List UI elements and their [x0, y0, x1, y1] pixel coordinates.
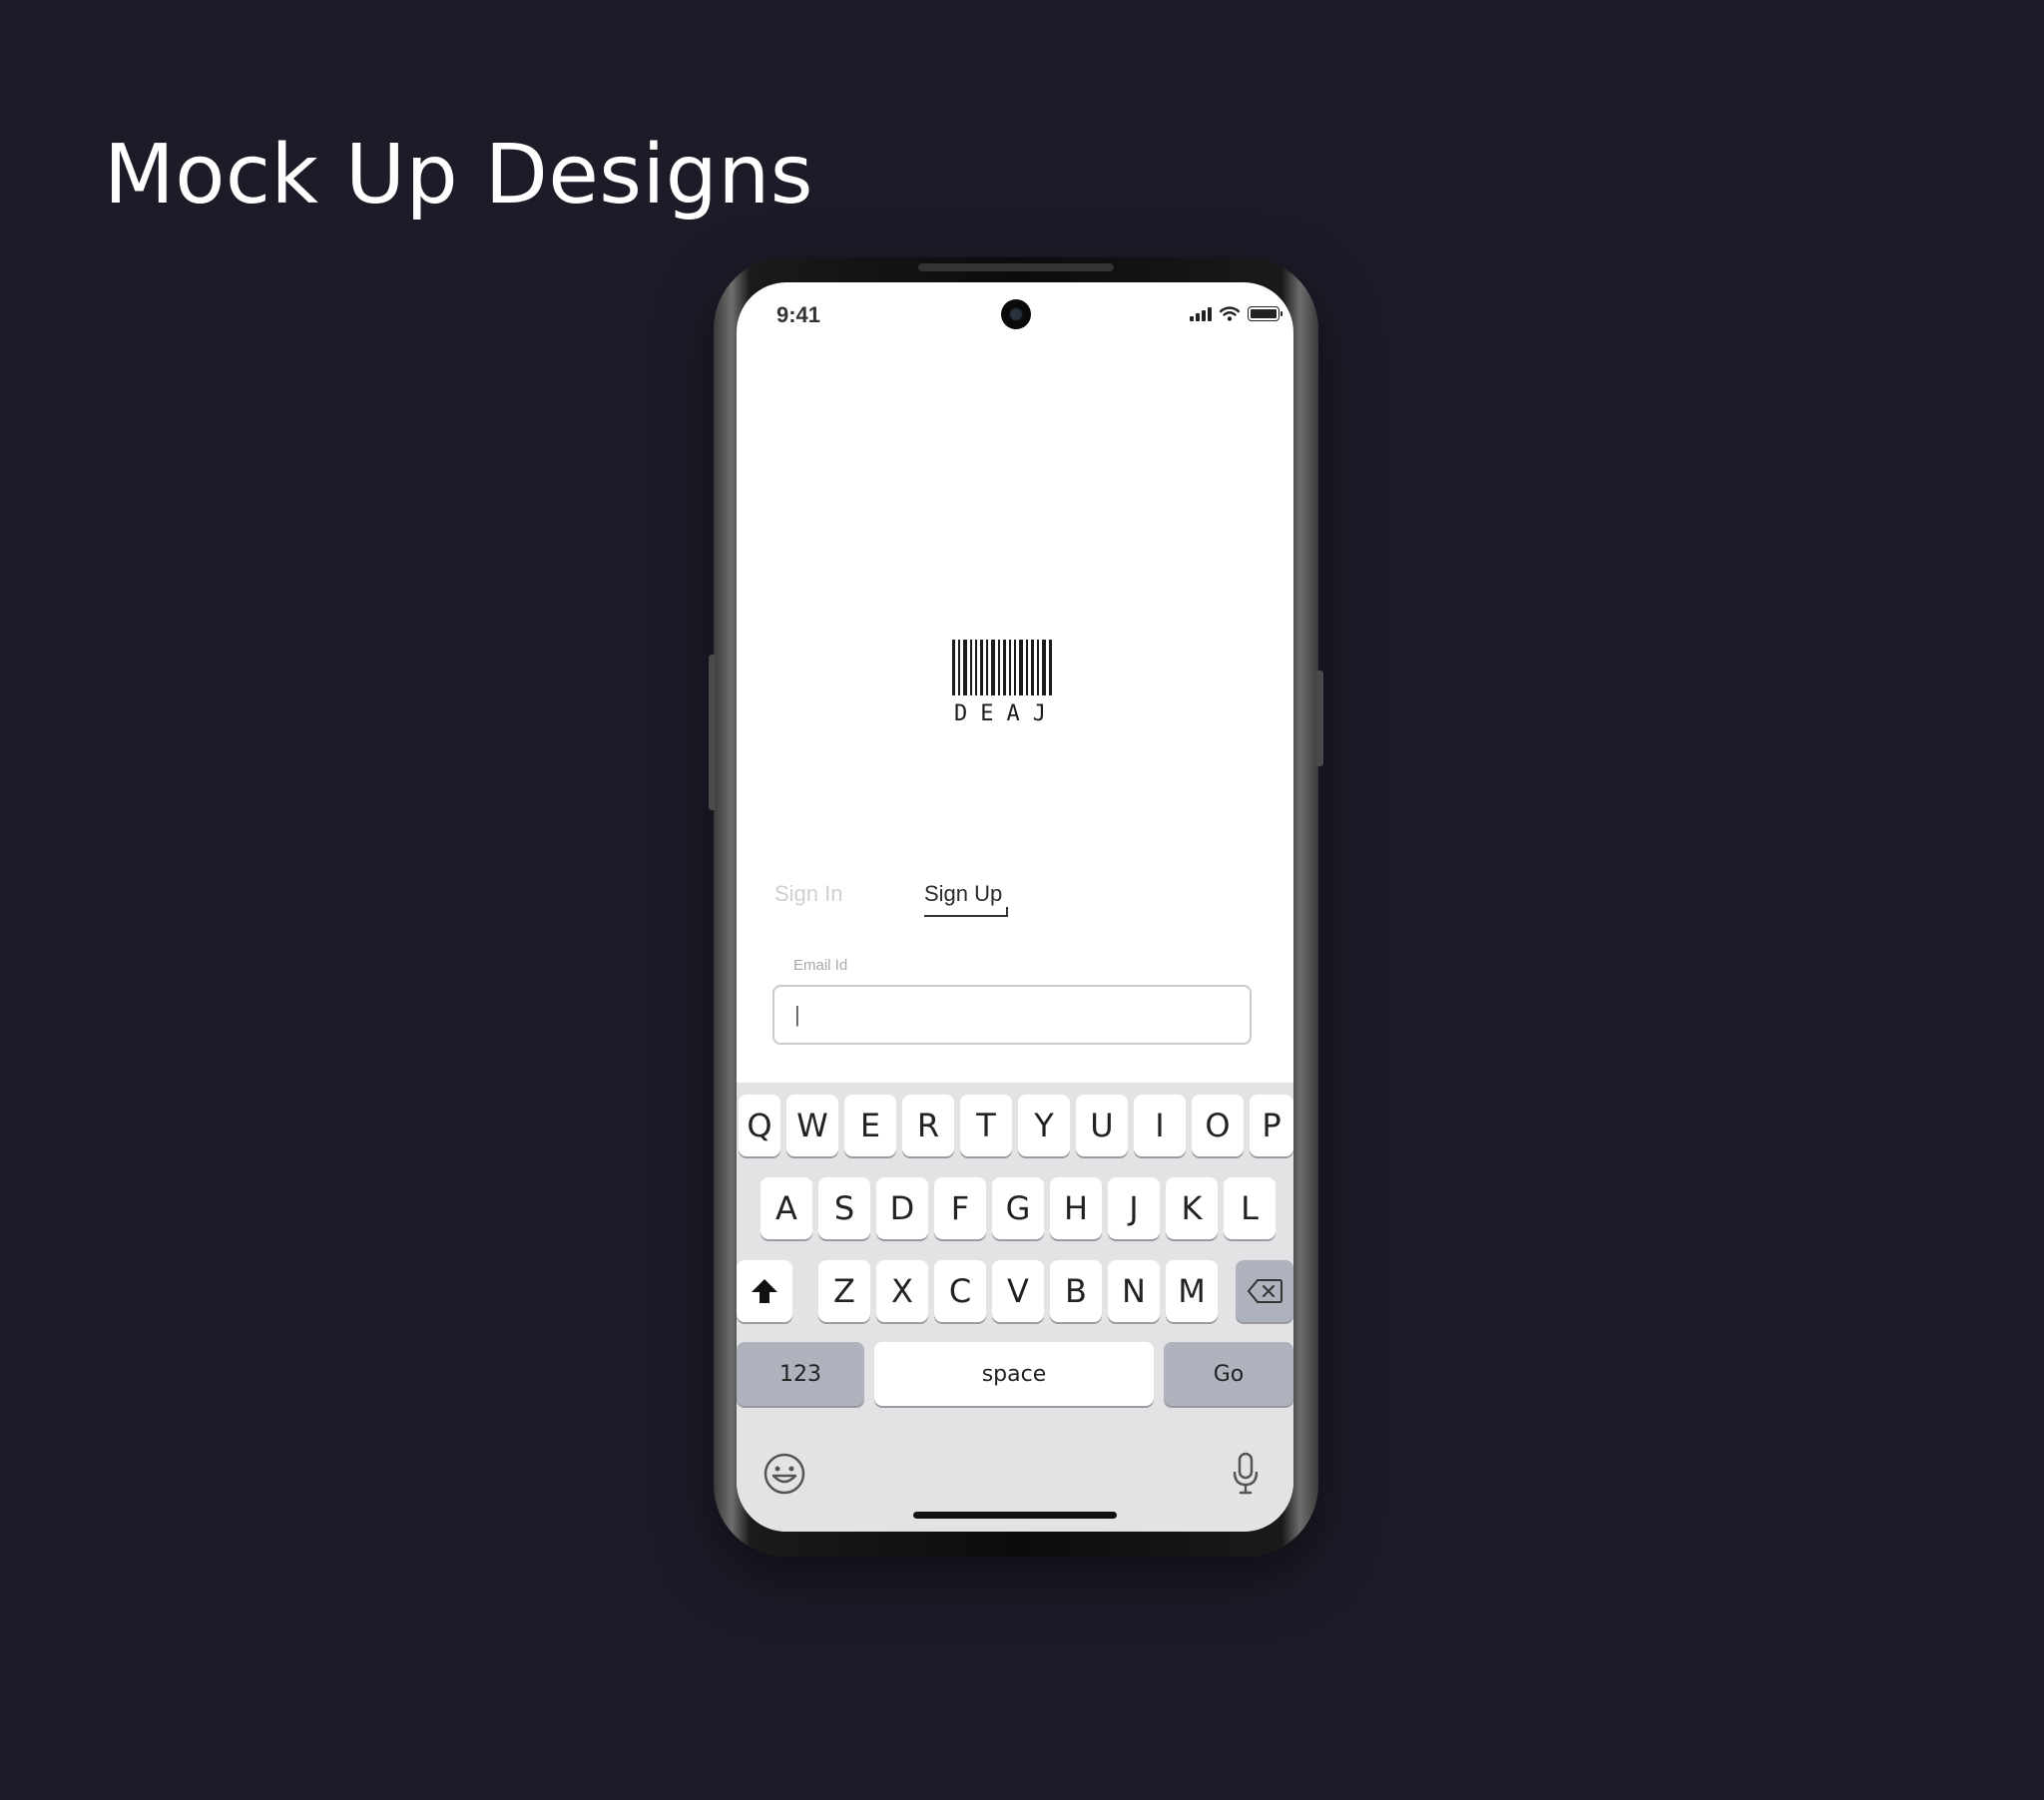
tab-sign-up[interactable]: Sign Up	[924, 881, 1002, 907]
key-h[interactable]: H	[1050, 1177, 1102, 1239]
cellular-signal-icon	[1190, 306, 1212, 321]
active-tab-underline	[924, 907, 1008, 917]
microphone-icon[interactable]	[1232, 1452, 1260, 1496]
shift-arrow-icon	[752, 1279, 777, 1303]
wifi-icon	[1220, 306, 1240, 321]
backspace-icon	[1247, 1279, 1282, 1303]
space-key[interactable]: space	[874, 1342, 1154, 1406]
key-e[interactable]: E	[844, 1095, 896, 1156]
key-i[interactable]: I	[1134, 1095, 1186, 1156]
key-u[interactable]: U	[1076, 1095, 1128, 1156]
front-camera	[1001, 299, 1031, 329]
key-z[interactable]: Z	[818, 1260, 870, 1322]
battery-icon	[1248, 306, 1282, 321]
key-w[interactable]: W	[786, 1095, 838, 1156]
email-field[interactable]	[772, 985, 1252, 1045]
key-p[interactable]: P	[1250, 1095, 1293, 1156]
key-a[interactable]: A	[761, 1177, 812, 1239]
phone-screen: 9:41 DEAJ Sign In Sign Up Email Id Q W	[737, 282, 1293, 1532]
key-g[interactable]: G	[992, 1177, 1044, 1239]
space-key-label: space	[981, 1361, 1047, 1387]
emoji-icon[interactable]	[763, 1452, 806, 1496]
volume-button	[709, 655, 716, 810]
status-icons	[1190, 306, 1282, 321]
numbers-key-label: 123	[779, 1361, 821, 1387]
barcode-icon	[952, 640, 1078, 695]
deaj-logo: DEAJ	[952, 640, 1078, 726]
key-m[interactable]: M	[1166, 1260, 1218, 1322]
key-j[interactable]: J	[1108, 1177, 1160, 1239]
backspace-key[interactable]	[1236, 1260, 1293, 1322]
key-x[interactable]: X	[876, 1260, 928, 1322]
home-indicator[interactable]	[913, 1512, 1117, 1519]
key-n[interactable]: N	[1108, 1260, 1160, 1322]
key-s[interactable]: S	[818, 1177, 870, 1239]
key-t[interactable]: T	[960, 1095, 1012, 1156]
key-b[interactable]: B	[1050, 1260, 1102, 1322]
logo-text: DEAJ	[954, 701, 1059, 726]
key-y[interactable]: Y	[1018, 1095, 1070, 1156]
key-r[interactable]: R	[902, 1095, 954, 1156]
earpiece-speaker	[918, 263, 1114, 271]
key-l[interactable]: L	[1224, 1177, 1276, 1239]
key-o[interactable]: O	[1192, 1095, 1244, 1156]
go-key-label: Go	[1213, 1361, 1245, 1387]
tab-sign-in[interactable]: Sign In	[774, 881, 843, 907]
key-k[interactable]: K	[1166, 1177, 1218, 1239]
key-f[interactable]: F	[934, 1177, 986, 1239]
page-title: Mock Up Designs	[104, 128, 814, 223]
numbers-key[interactable]: 123	[737, 1342, 864, 1406]
key-d[interactable]: D	[876, 1177, 928, 1239]
shift-key[interactable]	[737, 1260, 792, 1322]
key-q[interactable]: Q	[739, 1095, 780, 1156]
key-c[interactable]: C	[934, 1260, 986, 1322]
status-time: 9:41	[776, 302, 821, 327]
go-key[interactable]: Go	[1164, 1342, 1293, 1406]
email-label: Email Id	[793, 957, 848, 974]
on-screen-keyboard: Q W E R T Y U I O P A S D F G H J K L Z …	[737, 1083, 1293, 1532]
key-v[interactable]: V	[992, 1260, 1044, 1322]
power-button	[1316, 671, 1323, 766]
